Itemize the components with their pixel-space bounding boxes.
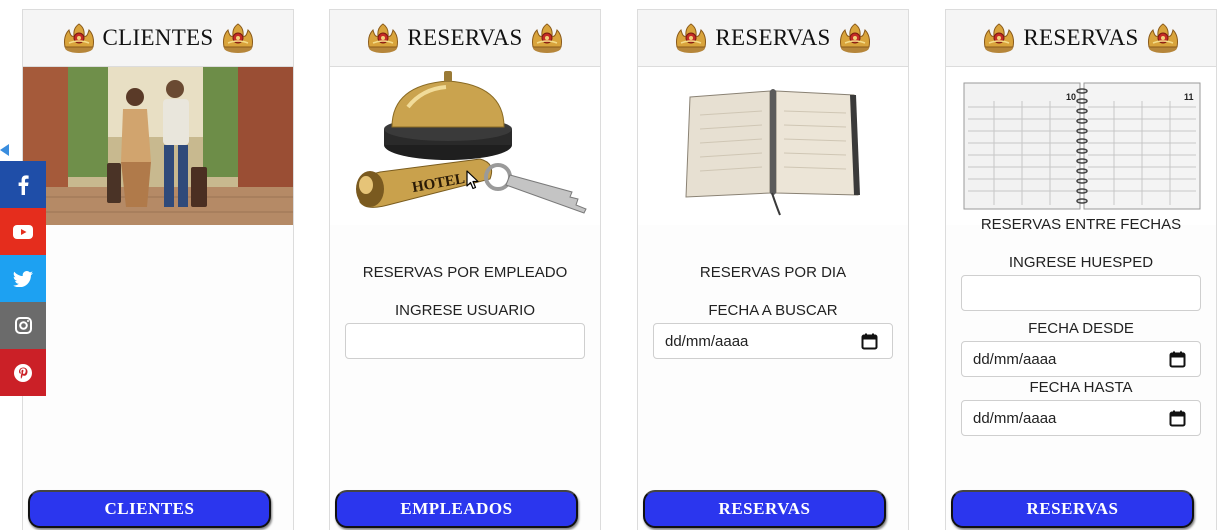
facebook-button[interactable] (0, 161, 46, 208)
clientes-button[interactable]: CLIENTES (28, 490, 271, 528)
mouse-cursor-icon (466, 170, 479, 190)
reservas-fechas-subtitle: RESERVAS ENTRE FECHAS (980, 216, 1182, 233)
reservas-dia-subtitle: RESERVAS POR DIA (699, 264, 847, 281)
reservas-fechas-button[interactable]: RESERVAS (951, 490, 1194, 528)
date-value: dd/mm/aaaa (973, 350, 1057, 368)
card-reservas-dia: RESERVAS RESERVAS POR DIA FECHA A BUSCAR… (637, 9, 909, 530)
planner-page-right: 11 (1184, 92, 1194, 102)
fecha-buscar-date-input[interactable]: dd/mm/aaaa (653, 323, 893, 359)
reservas-empleado-subtitle: RESERVAS POR EMPLEADO (362, 264, 568, 281)
twitter-button[interactable] (0, 255, 46, 302)
ingrese-usuario-label: INGRESE USUARIO (394, 302, 536, 319)
social-share-bar (0, 161, 46, 396)
instagram-icon (14, 317, 32, 334)
emblem-icon (837, 22, 873, 54)
calendar-icon[interactable] (861, 333, 878, 350)
emblem-icon (1145, 22, 1181, 54)
huesped-input[interactable] (961, 275, 1201, 311)
youtube-button[interactable] (0, 208, 46, 255)
date-value: dd/mm/aaaa (665, 332, 749, 350)
emblem-icon (365, 22, 401, 54)
fecha-hasta-date-input[interactable]: dd/mm/aaaa (961, 400, 1201, 436)
collapse-sidebar-arrow-icon[interactable] (0, 144, 9, 156)
planner-page-left: 10 (1066, 92, 1076, 102)
card-header: CLIENTES (23, 10, 293, 67)
card-reservas-fechas: RESERVAS 10 11 RESERVAS ENTRE FECHAS ING… (945, 9, 1217, 530)
facebook-icon (18, 174, 29, 195)
fecha-buscar-label: FECHA A BUSCAR (708, 302, 838, 319)
fecha-desde-date-input[interactable]: dd/mm/aaaa (961, 341, 1201, 377)
usuario-input[interactable] (345, 323, 585, 359)
emblem-icon (529, 22, 565, 54)
card-title: RESERVAS (1023, 25, 1139, 50)
pinterest-icon (14, 363, 32, 382)
calendar-icon[interactable] (1169, 410, 1186, 427)
youtube-icon (13, 224, 33, 239)
couple-luggage-image (23, 67, 293, 225)
open-book-image (638, 67, 908, 225)
emblem-icon (220, 22, 256, 54)
date-value: dd/mm/aaaa (973, 409, 1057, 427)
twitter-icon (13, 270, 33, 287)
card-header: RESERVAS (638, 10, 908, 67)
card-title: RESERVAS (407, 25, 523, 50)
card-header: RESERVAS (946, 10, 1216, 67)
empleados-button[interactable]: EMPLEADOS (335, 490, 578, 528)
spiral-planner-image: 10 11 (946, 67, 1216, 225)
fecha-hasta-label: FECHA HASTA (1029, 379, 1133, 396)
reservas-dia-button[interactable]: RESERVAS (643, 490, 886, 528)
ingrese-huesped-label: INGRESE HUESPED (1008, 254, 1154, 271)
emblem-icon (981, 22, 1017, 54)
card-title: RESERVAS (715, 25, 831, 50)
fecha-desde-label: FECHA DESDE (1028, 320, 1134, 337)
emblem-icon (61, 22, 97, 54)
card-clientes: CLIENTES CLIENTES (22, 9, 294, 530)
instagram-button[interactable] (0, 302, 46, 349)
calendar-icon[interactable] (1169, 351, 1186, 368)
card-header: RESERVAS (330, 10, 600, 67)
hotel-bell-keys-image: HOTEL (330, 67, 600, 225)
pinterest-button[interactable] (0, 349, 46, 396)
card-reservas-empleado: RESERVAS HOTEL RESERVAS POR EMPLEADO ING… (329, 9, 601, 530)
emblem-icon (673, 22, 709, 54)
card-title: CLIENTES (102, 25, 214, 50)
